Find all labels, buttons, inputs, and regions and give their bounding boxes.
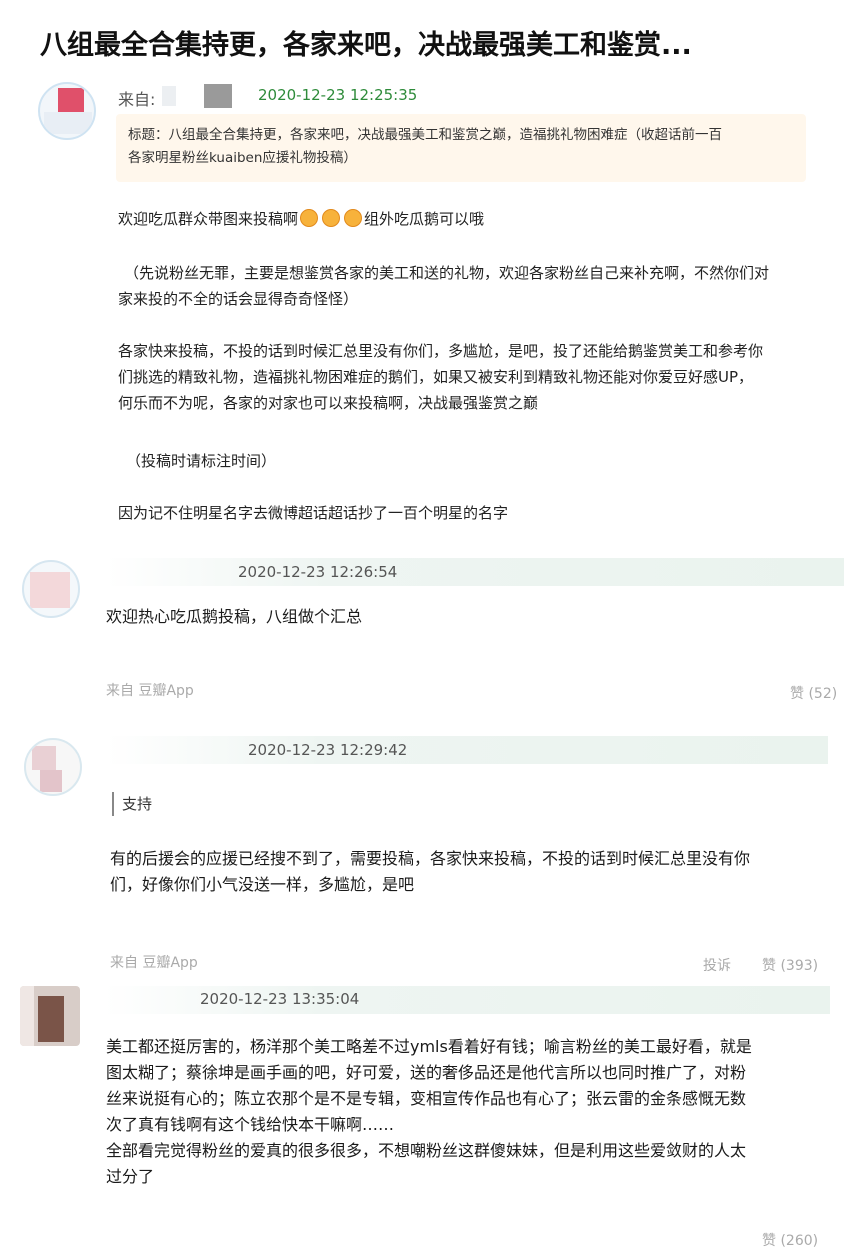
smiling-face-emoji-icon — [322, 209, 341, 227]
author-name-blurred-2[interactable] — [204, 84, 232, 108]
smiling-face-emoji-icon — [300, 209, 319, 227]
post-paragraph-4: （投稿时请标注时间） — [126, 452, 277, 470]
reply-avatar[interactable] — [22, 560, 80, 618]
reply-timestamp: 2020-12-23 12:26:54 — [238, 563, 398, 581]
reply-text: 有的后援会的应援已经搜不到了，需要投稿，各家快来投稿，不投的话到时候汇总里没有你… — [110, 849, 751, 894]
reply-source[interactable]: 来自 豆瓣App — [110, 952, 198, 972]
reply-text: 欢迎热心吃瓜鹅投稿，八组做个汇总 — [106, 607, 363, 626]
reply-timestamp: 2020-12-23 12:29:42 — [248, 741, 408, 759]
subject-line-2: 各家明星粉丝kuaiben应援礼物投稿） — [128, 150, 357, 166]
reply-header — [106, 736, 828, 764]
reply-avatar[interactable] — [24, 738, 82, 796]
reply-header — [106, 558, 844, 586]
author-name-blurred[interactable] — [162, 86, 176, 106]
post-paragraph-5: 因为记不住明星名字去微博超话超话抄了一百个明星的名字 — [118, 504, 509, 522]
post-title: 八组最全合集持更，各家来吧，决战最强美工和鉴赏... — [40, 30, 692, 61]
reply-text: 美工都还挺厉害的，杨洋那个美工略差不过ymls看着好有钱；喻言粉丝的美工最好看，… — [106, 1037, 752, 1186]
quoted-reply: 支持 — [112, 792, 152, 816]
smiling-face-emoji-icon — [344, 209, 363, 227]
post-timestamp: 2020-12-23 12:25:35 — [258, 86, 418, 104]
like-button[interactable]: 赞 (393) — [762, 955, 818, 975]
subject-box: 标题：八组最全合集持更，各家来吧，决战最强美工和鉴赏之巅，造福挑礼物困难症（收超… — [116, 114, 806, 182]
like-button[interactable]: 赞 (260) — [762, 1230, 818, 1250]
post-paragraph-2: （先说粉丝无罪，主要是想鉴赏各家的美工和送的礼物，欢迎各家粉丝自己来补充啊，不然… — [118, 264, 770, 308]
author-avatar[interactable] — [38, 82, 96, 140]
reply-timestamp: 2020-12-23 13:35:04 — [200, 990, 360, 1008]
from-label: 来自: — [118, 90, 156, 109]
post-paragraph-3: 各家快来投稿，不投的话到时候汇总里没有你们，多尴尬，是吧，投了还能给鹅鉴赏美工和… — [118, 342, 764, 412]
reply-source[interactable]: 来自 豆瓣App — [106, 680, 194, 700]
report-button[interactable]: 投诉 — [703, 955, 731, 975]
subject-line-1: 标题：八组最全合集持更，各家来吧，决战最强美工和鉴赏之巅，造福挑礼物困难症（收超… — [128, 127, 722, 143]
like-button[interactable]: 赞 (52) — [790, 683, 837, 703]
reply-avatar[interactable] — [20, 986, 80, 1046]
post-paragraph-1: 欢迎吃瓜群众带图来投稿啊 组外吃瓜鹅可以哦 — [118, 209, 485, 228]
